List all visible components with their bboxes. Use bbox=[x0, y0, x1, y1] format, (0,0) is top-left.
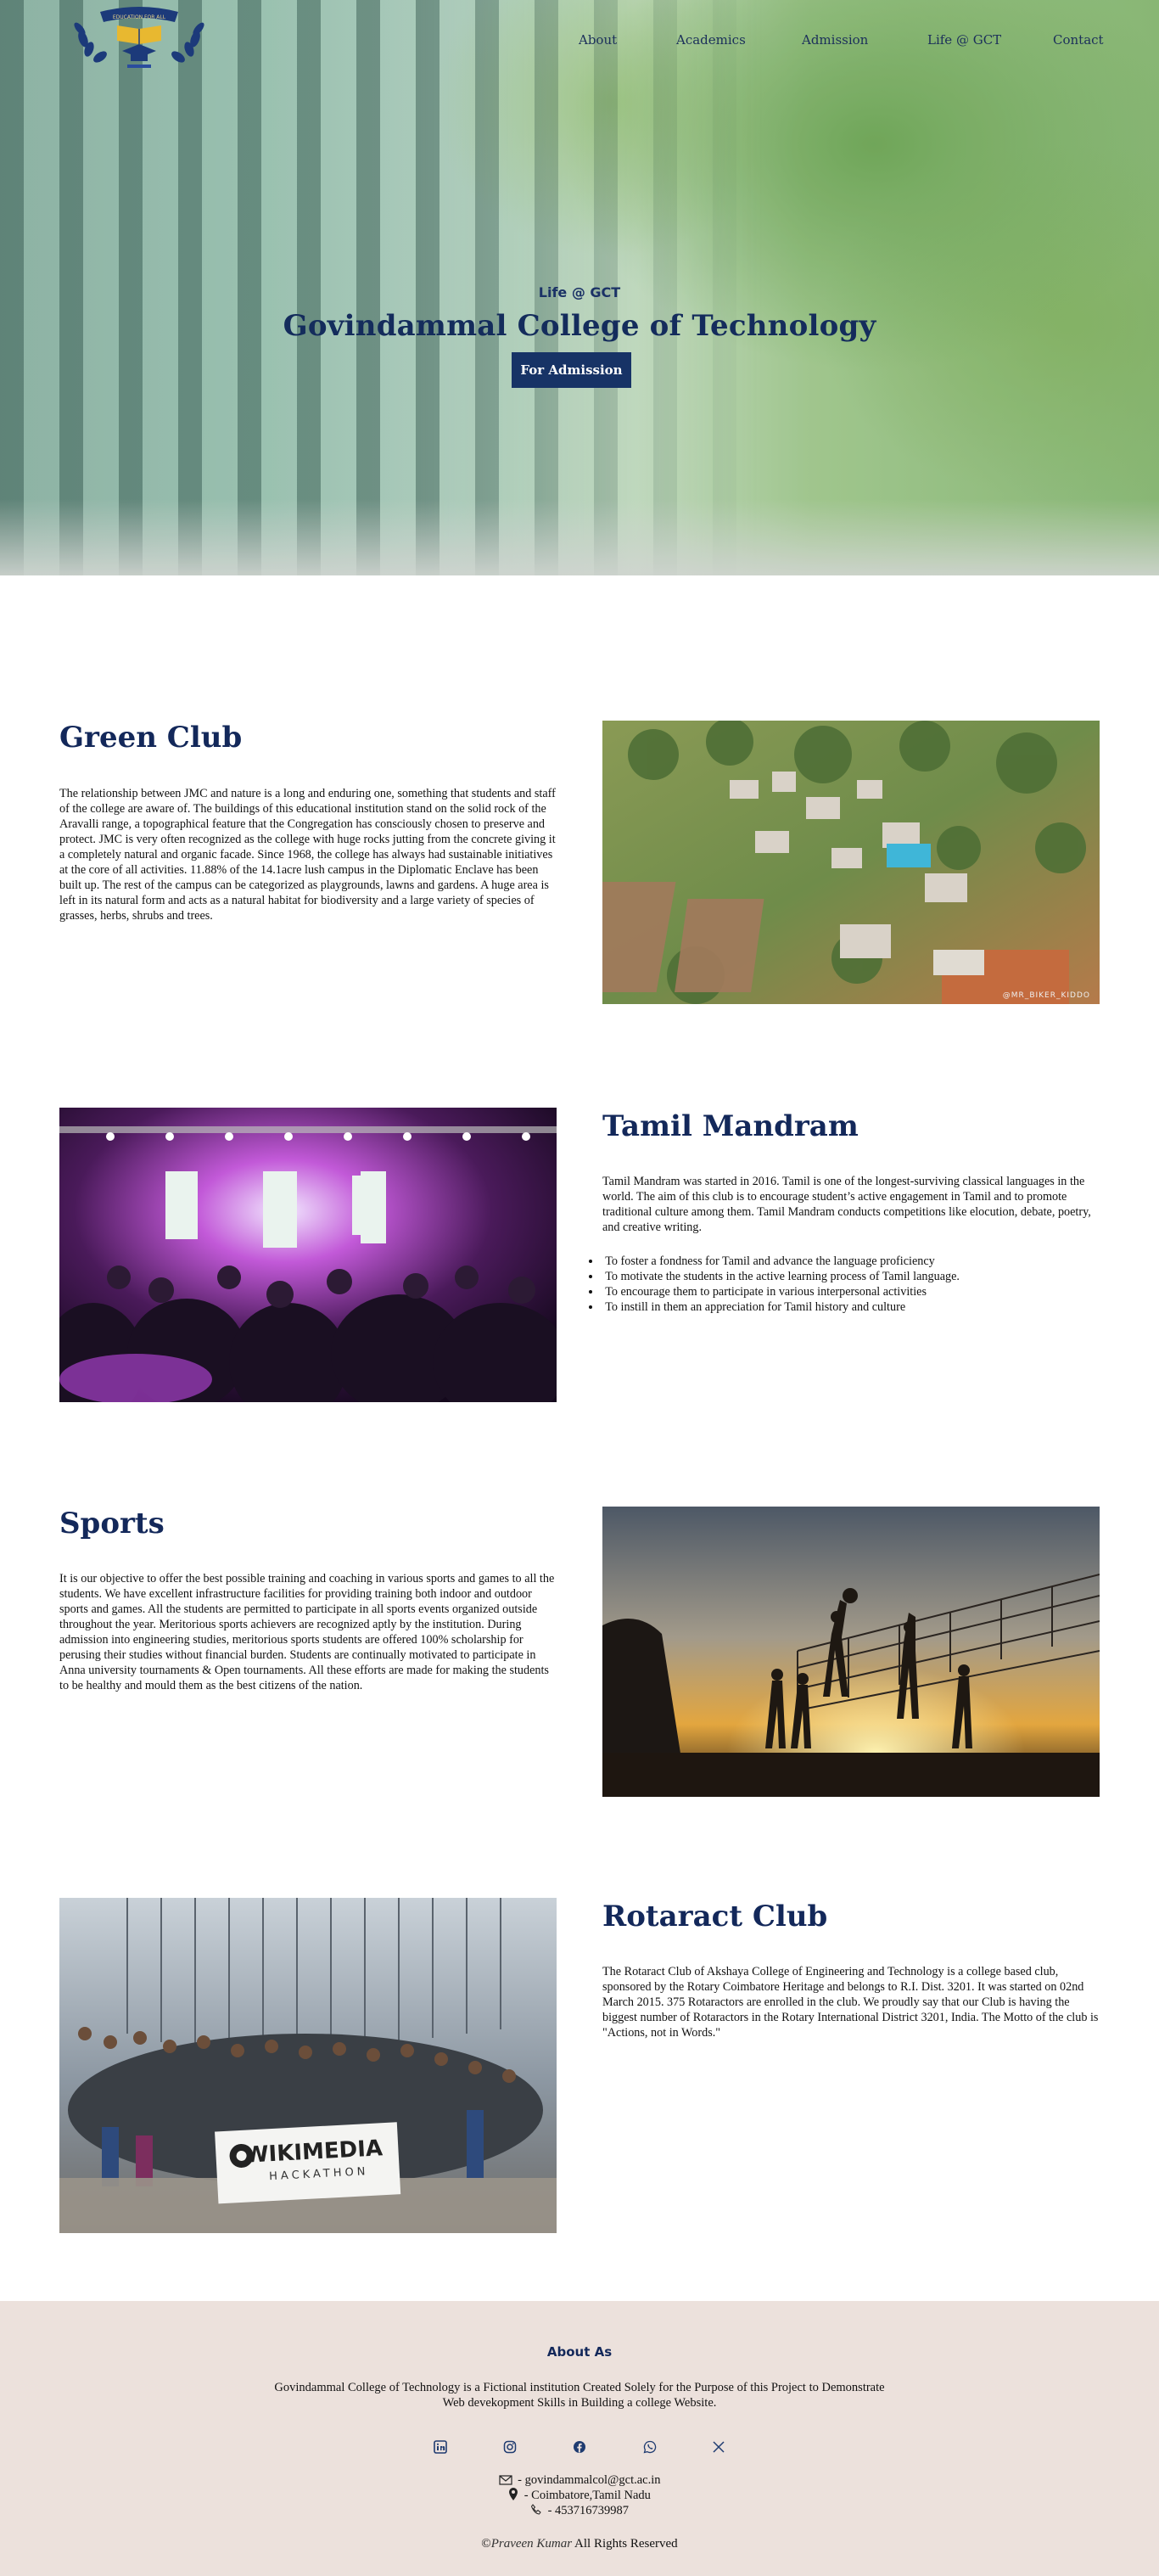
hero-kicker: Life @ GCT bbox=[538, 284, 621, 300]
facebook-icon[interactable] bbox=[571, 2439, 588, 2455]
rotaract-group-photo: WIKIMEDIA HACKATHON bbox=[59, 1898, 557, 2233]
admission-button[interactable]: For Admission bbox=[512, 352, 631, 388]
copyright: ©Praveen Kumar All Rights Reserved bbox=[0, 2537, 1159, 2551]
rotaract-text: The Rotaract Club of Akshaya College of … bbox=[602, 1965, 1099, 2040]
sports-text: It is our objective to offer the best po… bbox=[59, 1572, 555, 1692]
list-item: To instill in them an appreciation for T… bbox=[589, 1299, 1098, 1315]
x-twitter-icon[interactable] bbox=[710, 2439, 727, 2455]
social-links bbox=[0, 2439, 1159, 2459]
sports-title: Sports bbox=[59, 1507, 165, 1541]
tamil-mandram-concert-photo bbox=[59, 1108, 557, 1402]
site-footer: About As Govindammal College of Technolo… bbox=[0, 2301, 1159, 2576]
location-text: - Coimbatore,Tamil Nadu bbox=[521, 2489, 651, 2502]
contact-location: - Coimbatore,Tamil Nadu bbox=[0, 2488, 1159, 2505]
email-text[interactable]: - govindammalcol@gct.ac.in bbox=[515, 2473, 660, 2487]
section-rotaract-club: WIKIMEDIA HACKATHON Rotaract Club The Ro… bbox=[0, 1898, 1159, 2237]
author-name: Praveen Kumar bbox=[490, 2537, 573, 2551]
rights-text: All Rights Reserved bbox=[572, 2537, 678, 2551]
section-green-club: Green Club The relationship between JMC … bbox=[0, 721, 1159, 1009]
whatsapp-icon[interactable] bbox=[641, 2439, 658, 2455]
map-pin-icon bbox=[508, 2488, 518, 2505]
list-item: To foster a fondness for Tamil and advan… bbox=[589, 1254, 1098, 1269]
contact-phone: - 453716739987 bbox=[0, 2503, 1159, 2520]
copyright-symbol: © bbox=[481, 2537, 491, 2551]
list-item: To motivate the students in the active l… bbox=[589, 1269, 1098, 1284]
list-item: To encourage them to participate in vari… bbox=[589, 1284, 1098, 1299]
green-club-text: The relationship between JMC and nature … bbox=[59, 787, 556, 923]
nav-contact[interactable]: Contact bbox=[1053, 32, 1104, 48]
tamil-mandram-goals: To foster a fondness for Tamil and advan… bbox=[589, 1254, 1098, 1315]
section-tamil-mandram: Tamil Mandram Tamil Mandram was started … bbox=[0, 1108, 1159, 1405]
sports-volleyball-photo bbox=[602, 1507, 1100, 1797]
hero-banner: EDUCATION FOR ALL About Academics Admiss… bbox=[0, 0, 1159, 575]
contact-email: - govindammalcol@gct.ac.in bbox=[0, 2472, 1159, 2489]
footer-description: Govindammal College of Technology is a F… bbox=[274, 2381, 885, 2410]
nav-life-at-gct[interactable]: Life @ GCT bbox=[927, 32, 1001, 48]
nav-admission[interactable]: Admission bbox=[802, 32, 868, 48]
green-club-aerial-photo: @MR_BIKER_KIDDO bbox=[602, 721, 1100, 1004]
logo-motto: EDUCATION FOR ALL bbox=[113, 14, 166, 20]
rotaract-title: Rotaract Club bbox=[602, 1900, 828, 1933]
phone-text[interactable]: - 453716739987 bbox=[545, 2504, 629, 2517]
green-club-title: Green Club bbox=[59, 721, 243, 755]
tamil-mandram-text: Tamil Mandram was started in 2016. Tamil… bbox=[602, 1175, 1091, 1234]
footer-title: About As bbox=[546, 2344, 613, 2360]
instagram-icon[interactable] bbox=[501, 2439, 518, 2455]
phone-icon bbox=[530, 2504, 542, 2520]
main-navigation: About Academics Admission Life @ GCT Con… bbox=[0, 32, 1159, 53]
linkedin-icon[interactable] bbox=[432, 2439, 449, 2455]
photo-credit: @MR_BIKER_KIDDO bbox=[1003, 991, 1090, 1000]
tamil-mandram-title: Tamil Mandram bbox=[602, 1109, 859, 1143]
nav-academics[interactable]: Academics bbox=[676, 32, 746, 48]
nav-about[interactable]: About bbox=[579, 32, 617, 48]
section-sports: Sports It is our objective to offer the … bbox=[0, 1507, 1159, 1799]
hero-title: Govindammal College of Technology bbox=[283, 309, 876, 343]
